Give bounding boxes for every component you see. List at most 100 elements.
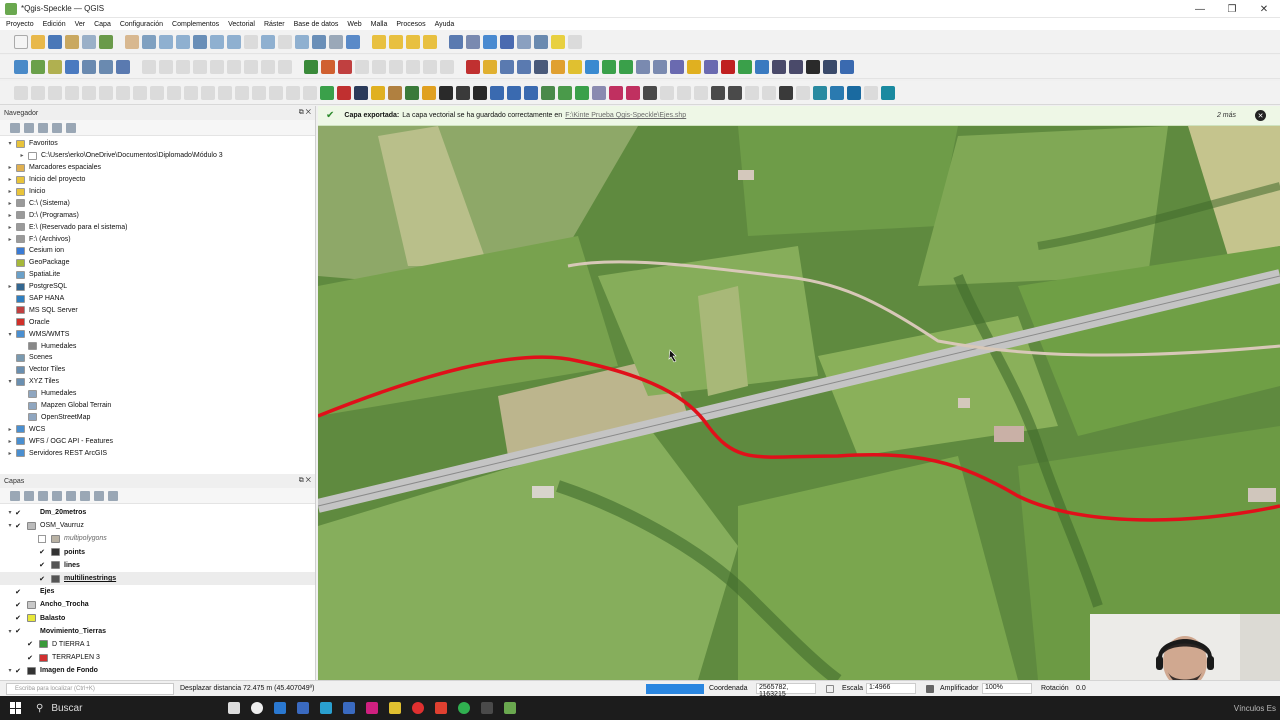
manage-themes-icon[interactable] — [38, 490, 48, 501]
navigator-item[interactable]: SAP HANA — [0, 293, 315, 305]
locator-search-input[interactable]: Escriba para localizar (Ctrl+K) — [6, 682, 174, 695]
measure-icon[interactable] — [517, 34, 531, 49]
zoom-layer-icon[interactable] — [227, 34, 241, 49]
taskbar-search[interactable]: ⚲ Buscar — [36, 703, 186, 714]
navigator-item[interactable]: ▾ Favoritos — [0, 138, 315, 150]
layer-visibility-checkbox[interactable] — [38, 534, 46, 543]
globe-icon[interactable] — [575, 85, 589, 100]
layer-expander-icon[interactable]: ▾ — [6, 509, 14, 516]
taskbar-app-6-icon[interactable] — [366, 702, 378, 714]
label-8-icon[interactable] — [133, 85, 147, 100]
navigator-item[interactable]: ▸ Inicio — [0, 186, 315, 198]
layer-visibility-checkbox[interactable]: ✔ — [14, 614, 22, 622]
menu-ayuda[interactable]: Ayuda — [435, 21, 455, 28]
plugin-g-icon[interactable] — [653, 59, 667, 74]
polygon-tool-icon[interactable] — [466, 59, 480, 74]
cube-3-icon[interactable] — [847, 85, 861, 100]
layer-item[interactable]: ✔ multilinestrings — [0, 571, 315, 586]
plugin-j-icon[interactable] — [704, 59, 718, 74]
digitize-7-icon[interactable] — [244, 59, 258, 74]
label-15-icon[interactable] — [252, 85, 266, 100]
map-canvas[interactable]: ✔ Capa exportada: La capa vectorial se h… — [318, 106, 1280, 680]
navigator-item[interactable]: ▸ Inicio del proyecto — [0, 174, 315, 186]
task-view-icon[interactable] — [228, 702, 240, 714]
layer-expander-icon[interactable]: ▾ — [6, 522, 14, 529]
layer-item[interactable]: ✔ TERRAPLEN 3 — [0, 651, 315, 664]
crosshair-icon[interactable] — [711, 85, 725, 100]
refresh-navigator-icon[interactable] — [24, 122, 34, 133]
plugin-h-icon[interactable] — [670, 59, 684, 74]
layers-panel-float-close-icon[interactable]: ⧉ ✕ — [299, 477, 311, 485]
style-panel-icon[interactable] — [10, 490, 20, 501]
taskbar-app-4-icon[interactable] — [320, 702, 332, 714]
disabled-g-icon[interactable] — [864, 85, 878, 100]
select-features-icon[interactable] — [389, 34, 403, 49]
layer-item[interactable]: ✔ D TIERRA 1 — [0, 638, 315, 651]
plugin-e-icon[interactable] — [619, 59, 633, 74]
scale-field[interactable]: 1:4966 — [866, 683, 916, 694]
data-source-manager-icon[interactable] — [14, 59, 28, 74]
layer-visibility-checkbox[interactable]: ✔ — [38, 548, 46, 556]
plugin-p-icon[interactable] — [806, 59, 820, 74]
zoom-in-icon[interactable] — [159, 34, 173, 49]
navigator-item[interactable]: ▾ XYZ Tiles — [0, 376, 315, 388]
navigator-item[interactable]: Humedales — [0, 388, 315, 400]
cube-1-icon[interactable] — [813, 85, 827, 100]
menu-web[interactable]: Web — [347, 21, 361, 28]
label-6-icon[interactable] — [99, 85, 113, 100]
expander-icon[interactable]: ▸ — [6, 224, 14, 231]
panel-float-close-icon[interactable]: ⧉ ✕ — [299, 109, 311, 117]
add-vector-icon[interactable] — [82, 59, 96, 74]
menu-configuracion[interactable]: Configuración — [120, 21, 163, 28]
digitize-2-icon[interactable] — [159, 59, 173, 74]
label-16-icon[interactable] — [269, 85, 283, 100]
magnifier-field[interactable]: 100% — [982, 683, 1032, 694]
disabled-a-icon[interactable] — [660, 85, 674, 100]
layer-visibility-checkbox[interactable]: ✔ — [14, 667, 22, 675]
layer-expander-icon[interactable]: ▾ — [6, 667, 14, 674]
navigator-item[interactable]: ▸ PostgreSQL — [0, 281, 315, 293]
navigator-item[interactable]: Mapzen Global Terrain — [0, 400, 315, 412]
expand-all-icon[interactable] — [80, 490, 90, 501]
properties-icon[interactable] — [66, 122, 76, 133]
plugin-l-icon[interactable] — [738, 59, 752, 74]
label-12-icon[interactable] — [201, 85, 215, 100]
metadata-1-icon[interactable] — [490, 85, 504, 100]
cube-2-icon[interactable] — [830, 85, 844, 100]
layer-item[interactable]: ✔ Balasto — [0, 612, 315, 625]
expander-icon[interactable]: ▸ — [6, 176, 14, 183]
navigator-item[interactable]: SpatiaLite — [0, 269, 315, 281]
layers-stack-icon[interactable] — [354, 85, 368, 100]
raster-grid-icon[interactable] — [558, 85, 572, 100]
message-link[interactable]: F:\Kinte Prueba Qgis-Speckle\Ejes.shp — [565, 112, 686, 119]
layer-visibility-checkbox[interactable]: ✔ — [14, 522, 22, 530]
close-button[interactable]: ✕ — [1248, 0, 1280, 18]
taskbar-app-10-icon[interactable] — [458, 702, 470, 714]
label-13-icon[interactable] — [218, 85, 232, 100]
taskbar-app-11-icon[interactable] — [481, 702, 493, 714]
print-layout-icon[interactable] — [82, 34, 96, 49]
minimize-button[interactable]: — — [1184, 0, 1216, 18]
expander-icon[interactable]: ▸ — [18, 152, 26, 159]
menu-ver[interactable]: Ver — [75, 21, 86, 28]
align-icon[interactable] — [728, 85, 742, 100]
coordinate-toggle-icon[interactable] — [826, 684, 834, 693]
label-7-icon[interactable] — [116, 85, 130, 100]
layer-visibility-checkbox[interactable]: ✔ — [14, 588, 22, 596]
digitize-6-icon[interactable] — [227, 59, 241, 74]
pencil-icon[interactable] — [388, 85, 402, 100]
layer-visibility-checkbox[interactable]: ✔ — [14, 601, 22, 609]
attribute-table-icon[interactable] — [466, 34, 480, 49]
save-as-icon[interactable] — [65, 34, 79, 49]
profile-icon[interactable] — [371, 85, 385, 100]
tree-icon[interactable] — [439, 85, 453, 100]
coordinate-field[interactable]: 2565782, 1163215 — [756, 683, 816, 698]
digitize-1-icon[interactable] — [142, 59, 156, 74]
expander-icon[interactable]: ▸ — [6, 212, 14, 219]
plugin-disabled-6-icon[interactable] — [440, 59, 454, 74]
expander-icon[interactable]: ▸ — [6, 200, 14, 207]
add-raster-icon[interactable] — [99, 59, 113, 74]
filter-expression-icon[interactable] — [66, 490, 76, 501]
navigator-item[interactable]: ▸ Servidores REST ArcGIS — [0, 447, 315, 459]
pin-icon[interactable] — [422, 85, 436, 100]
